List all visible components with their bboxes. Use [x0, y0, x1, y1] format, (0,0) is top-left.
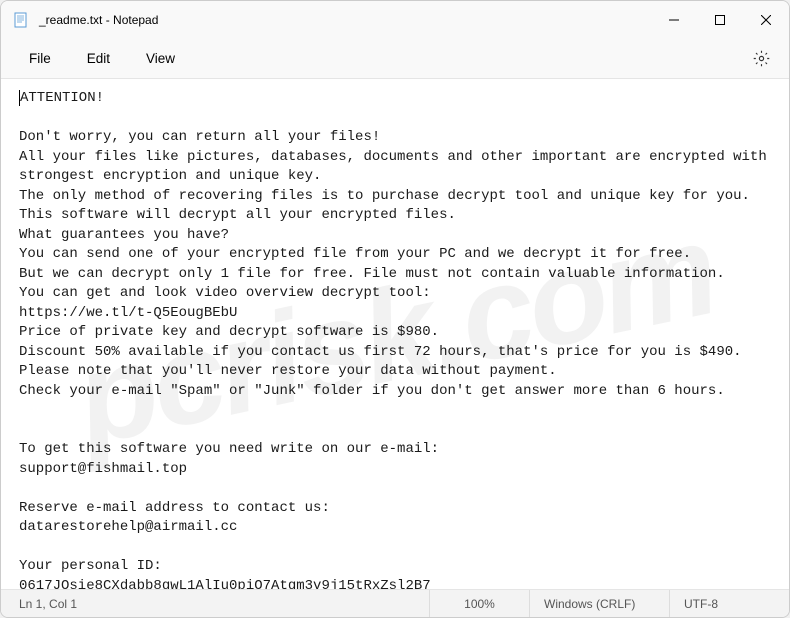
editor-area[interactable]: pcrisk.com ATTENTION! Don't worry, you c…	[1, 79, 789, 589]
status-position: Ln 1, Col 1	[1, 590, 91, 617]
text-line: Discount 50% available if you contact us…	[19, 344, 742, 360]
window-title: _readme.txt - Notepad	[39, 13, 651, 27]
text-line: datarestorehelp@airmail.cc	[19, 519, 237, 535]
titlebar: _readme.txt - Notepad	[1, 1, 789, 39]
text-line: All your files like pictures, databases,…	[19, 149, 775, 185]
minimize-button[interactable]	[651, 1, 697, 39]
status-eol: Windows (CRLF)	[529, 590, 669, 617]
text-line: https://we.tl/t-Q5EougBEbU	[19, 305, 237, 321]
maximize-button[interactable]	[697, 1, 743, 39]
menu-edit[interactable]: Edit	[69, 45, 128, 72]
close-button[interactable]	[743, 1, 789, 39]
text-line: Please note that you'll never restore yo…	[19, 363, 557, 379]
text-line: What guarantees you have?	[19, 227, 229, 243]
text-line: support@fishmail.top	[19, 461, 187, 477]
text-line: But we can decrypt only 1 file for free.…	[19, 266, 725, 282]
settings-button[interactable]	[743, 41, 779, 77]
text-line: Check your e-mail "Spam" or "Junk" folde…	[19, 383, 725, 399]
text-line: Price of private key and decrypt softwar…	[19, 324, 439, 340]
text-line: This software will decrypt all your encr…	[19, 207, 456, 223]
text-line: ATTENTION!	[19, 90, 104, 106]
statusbar: Ln 1, Col 1 100% Windows (CRLF) UTF-8	[1, 589, 789, 617]
menu-view[interactable]: View	[128, 45, 193, 72]
text-line: Your personal ID:	[19, 558, 162, 574]
text-line: You can send one of your encrypted file …	[19, 246, 691, 262]
text-line: The only method of recovering files is t…	[19, 188, 750, 204]
text-content[interactable]: ATTENTION! Don't worry, you can return a…	[1, 79, 789, 589]
menu-file[interactable]: File	[11, 45, 69, 72]
status-zoom[interactable]: 100%	[429, 590, 529, 617]
status-encoding: UTF-8	[669, 590, 789, 617]
text-line: 0617JOsie8CXdabb8gwL1AlIu0piO7Atgm3v9j15…	[19, 578, 431, 590]
notepad-icon	[13, 12, 29, 28]
text-line: You can get and look video overview decr…	[19, 285, 431, 301]
window-controls	[651, 1, 789, 39]
text-line: To get this software you need write on o…	[19, 441, 439, 457]
text-line: Reserve e-mail address to contact us:	[19, 500, 330, 516]
text-line: Don't worry, you can return all your fil…	[19, 129, 380, 145]
menubar: File Edit View	[1, 39, 789, 79]
notepad-window: _readme.txt - Notepad File Edit View pcr…	[0, 0, 790, 618]
